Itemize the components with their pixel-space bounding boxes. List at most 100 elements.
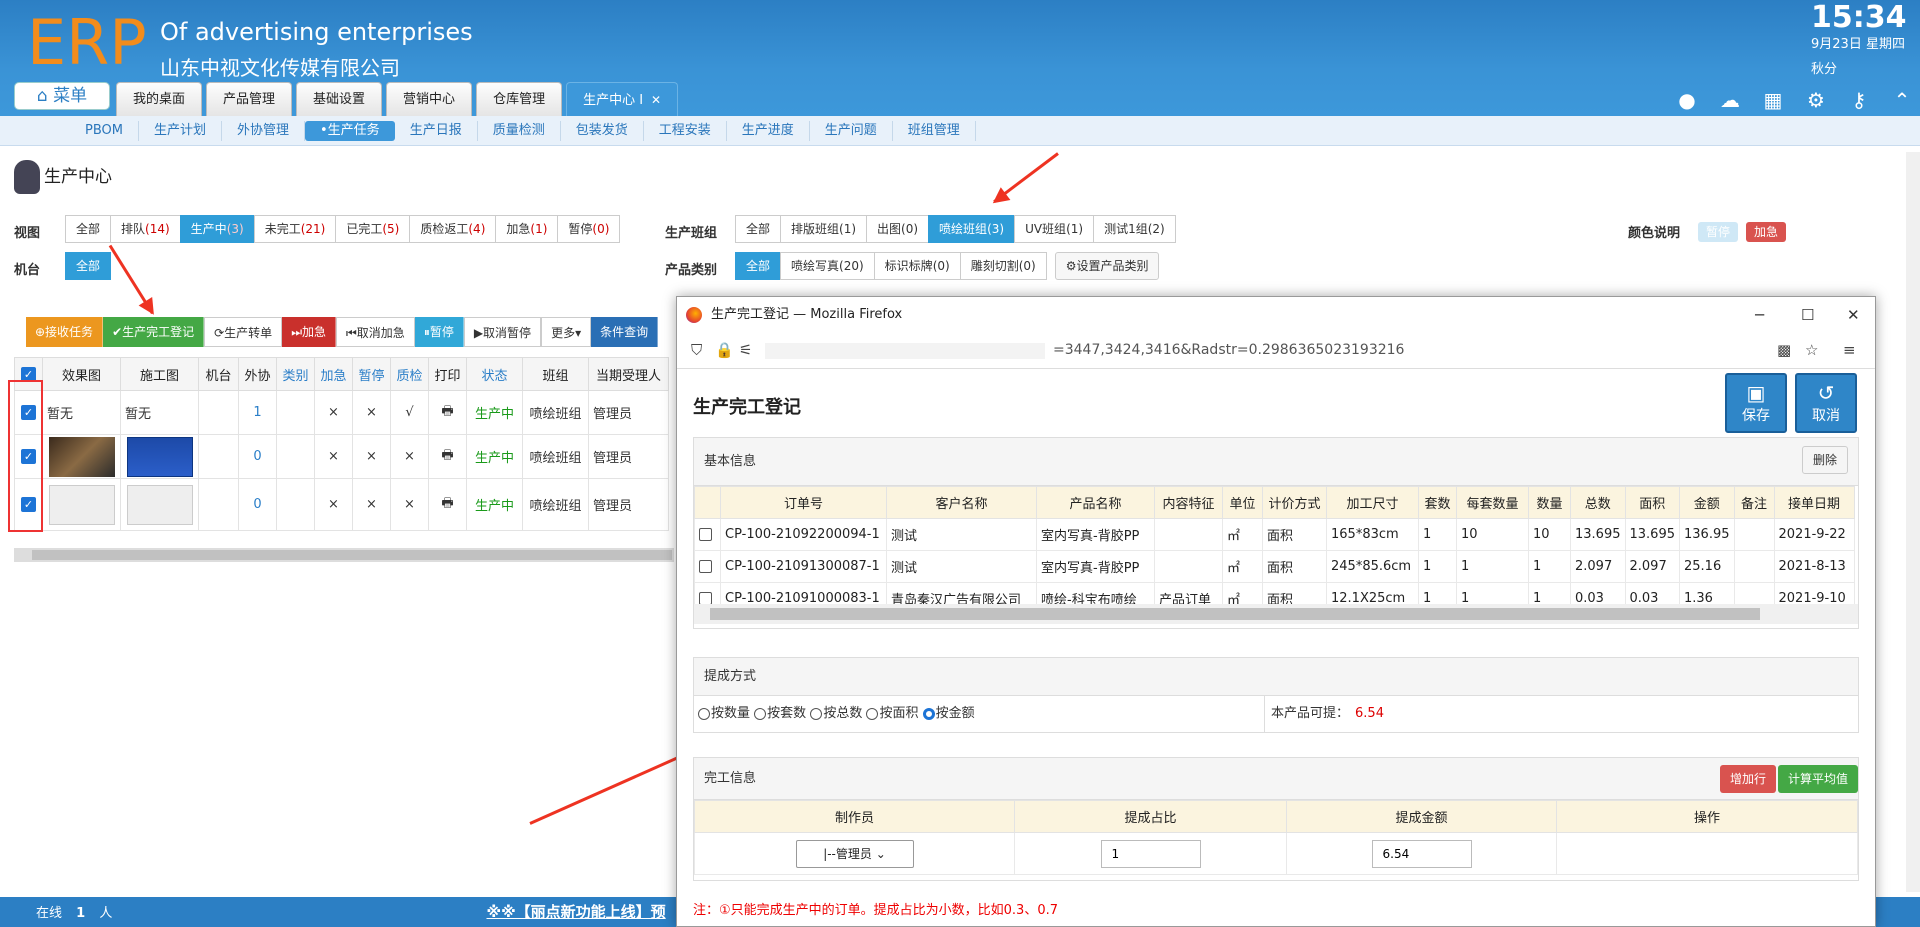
order-row[interactable]: CP-100-21092200094-1 测试 室内写真-背胶PP ㎡面积 165*83… <box>694 518 1855 551</box>
subnav-install[interactable]: 工程安装 <box>644 121 727 141</box>
effect-cell[interactable] <box>42 478 121 531</box>
category-all[interactable]: 全部 <box>735 252 782 280</box>
more-button[interactable]: 更多▾ <box>541 317 592 347</box>
outsource-cell[interactable]: 0 <box>238 434 277 479</box>
gear-icon[interactable]: ⚙ <box>1801 88 1831 112</box>
ratio-input[interactable] <box>1100 839 1201 868</box>
order-table-scrollbar[interactable] <box>694 604 1858 624</box>
subnav-quality[interactable]: 质量检测 <box>478 121 561 141</box>
transfer-button[interactable]: ⟳生产转单 <box>204 317 283 347</box>
announcement-link[interactable]: ※※【丽点新功能上线】预 <box>487 903 666 921</box>
order-checkbox[interactable] <box>699 560 712 573</box>
subnav-issues[interactable]: 生产问题 <box>810 121 893 141</box>
qr-icon[interactable]: ▩ <box>1777 341 1791 359</box>
view-rework[interactable]: 质检返工(4) <box>409 215 497 243</box>
tab-production[interactable]: 生产中心 I ✕ <box>566 82 679 116</box>
view-paused[interactable]: 暂停(0) <box>557 215 621 243</box>
team-test1[interactable]: 测试1组(2) <box>1093 215 1176 243</box>
subnav-progress[interactable]: 生产进度 <box>727 121 810 141</box>
construction-cell[interactable] <box>120 434 199 479</box>
construction-cell[interactable] <box>120 478 199 531</box>
hamburger-menu-icon[interactable]: ≡ <box>1843 341 1856 359</box>
print-icon[interactable]: 🖶 <box>428 478 467 531</box>
category-engraving[interactable]: 雕刻切割(0) <box>959 252 1047 280</box>
radio-circle[interactable] <box>866 707 879 720</box>
subnav-teams[interactable]: 班组管理 <box>893 121 976 141</box>
url-text[interactable]: =3447,3424,3416&Radstr=0.298636502319321… <box>1053 342 1404 358</box>
subnav-daily[interactable]: 生产日报 <box>395 121 478 141</box>
subnav-task[interactable]: •生产任务 <box>305 121 395 141</box>
tab-marketing[interactable]: 营销中心 <box>386 82 473 116</box>
order-check-cell[interactable] <box>694 518 721 551</box>
subnav-plan[interactable]: 生产计划 <box>139 121 222 141</box>
subnav-pbom[interactable]: PBOM <box>70 121 139 141</box>
view-producing[interactable]: 生产中(3) <box>179 215 255 243</box>
order-check-cell[interactable] <box>694 582 721 604</box>
cancel-pause-button[interactable]: ▶取消暂停 <box>463 317 542 347</box>
team-output[interactable]: 出图(0) <box>866 215 930 243</box>
effect-thumbnail[interactable] <box>48 484 115 525</box>
bookmark-star-icon[interactable]: ☆ <box>1805 341 1818 359</box>
pause-button[interactable]: ⏸暂停 <box>414 317 464 347</box>
radio-by-amount[interactable]: 按金额 <box>922 706 975 721</box>
key-icon[interactable]: ⚷ <box>1844 88 1874 112</box>
calc-average-button[interactable]: 计算平均值 <box>1778 765 1858 793</box>
col-urgent[interactable]: 加急 <box>314 357 353 391</box>
user-icon[interactable]: ● <box>1672 88 1702 112</box>
radio-circle[interactable] <box>754 707 767 720</box>
category-print[interactable]: 喷绘写真(20) <box>780 252 875 280</box>
order-row[interactable]: CP-100-21091000083-1 青岛秦汉广告有限公司 喷绘-科宝布喷绘 产品… <box>694 582 1855 604</box>
table-row[interactable]: ✓ 0 × × × 🖶 生产中 喷绘班组 管理员 <box>14 434 669 479</box>
effect-thumbnail[interactable] <box>48 436 115 477</box>
grid-icon[interactable]: ▦ <box>1758 88 1788 112</box>
collapse-icon[interactable]: ⌃ <box>1887 88 1917 112</box>
col-quality[interactable]: 质检 <box>390 357 429 391</box>
radio-by-qty[interactable]: 按数量 <box>698 706 750 721</box>
table-row[interactable]: ✓ 0 × × × 🖶 生产中 喷绘班组 管理员 <box>14 478 669 531</box>
table-row[interactable]: ✓ 暂无 暂无 1 × × √ 🖶 生产中 喷绘班组 管理员 <box>14 390 669 435</box>
view-finished[interactable]: 已完工(5) <box>335 215 411 243</box>
order-checkbox[interactable] <box>699 528 712 541</box>
team-inkjet[interactable]: 喷绘班组(3) <box>928 215 1016 243</box>
shield-icon[interactable]: ⛉ <box>691 341 702 359</box>
view-queue[interactable]: 排队(14) <box>110 215 181 243</box>
cloud-upload-icon[interactable]: ☁ <box>1715 88 1745 112</box>
col-status[interactable]: 状态 <box>466 357 523 391</box>
construction-thumbnail[interactable] <box>126 484 193 525</box>
radio-by-total[interactable]: 按总数 <box>810 706 862 721</box>
view-urgent[interactable]: 加急(1) <box>495 215 559 243</box>
team-uv[interactable]: UV班组(1) <box>1014 215 1095 243</box>
save-button[interactable]: ▣ 保存 <box>1725 373 1787 433</box>
commission-input[interactable] <box>1371 839 1472 868</box>
team-all[interactable]: 全部 <box>735 215 782 243</box>
scrollbar-thumb[interactable] <box>32 550 672 560</box>
finish-register-button[interactable]: ✔生产完工登记 <box>103 317 205 347</box>
radio-circle[interactable] <box>922 707 935 720</box>
outsource-cell[interactable]: 1 <box>238 390 277 435</box>
minimize-icon[interactable]: ─ <box>1755 297 1764 333</box>
radio-by-area[interactable]: 按面积 <box>866 706 918 721</box>
permissions-icon[interactable]: ⚟ <box>739 341 752 359</box>
tab-products[interactable]: 产品管理 <box>206 82 293 116</box>
query-button[interactable]: 条件查询 <box>591 317 659 347</box>
cancel-urgent-button[interactable]: ⏮取消加急 <box>336 317 415 347</box>
order-check-cell[interactable] <box>694 550 721 583</box>
set-category-button[interactable]: ⚙设置产品类别 <box>1054 252 1160 280</box>
cancel-button[interactable]: ↺ 取消 <box>1795 373 1857 433</box>
col-paused[interactable]: 暂停 <box>352 357 391 391</box>
delete-button[interactable]: 删除 <box>1801 446 1848 474</box>
urgent-button[interactable]: ⏭加急 <box>282 317 336 347</box>
order-checkbox[interactable] <box>699 592 712 604</box>
page-scrollbar[interactable] <box>1906 152 1920 892</box>
outsource-cell[interactable]: 0 <box>238 478 277 531</box>
order-row[interactable]: CP-100-21091300087-1 测试 室内写真-背胶PP ㎡面积 245*85… <box>694 550 1855 583</box>
close-icon[interactable]: ✕ <box>651 93 661 107</box>
tab-basic-settings[interactable]: 基础设置 <box>296 82 383 116</box>
url-bar[interactable]: ⛉ 🔒 ⚟ =3447,3424,3416&Radstr=0.298636502… <box>677 333 1875 369</box>
tab-warehouse[interactable]: 仓库管理 <box>476 82 563 116</box>
view-all[interactable]: 全部 <box>65 215 112 243</box>
radio-circle[interactable] <box>698 707 710 720</box>
construction-thumbnail[interactable] <box>126 436 193 477</box>
receive-task-button[interactable]: ⊕接收任务 <box>26 317 104 347</box>
category-signage[interactable]: 标识标牌(0) <box>873 252 961 280</box>
